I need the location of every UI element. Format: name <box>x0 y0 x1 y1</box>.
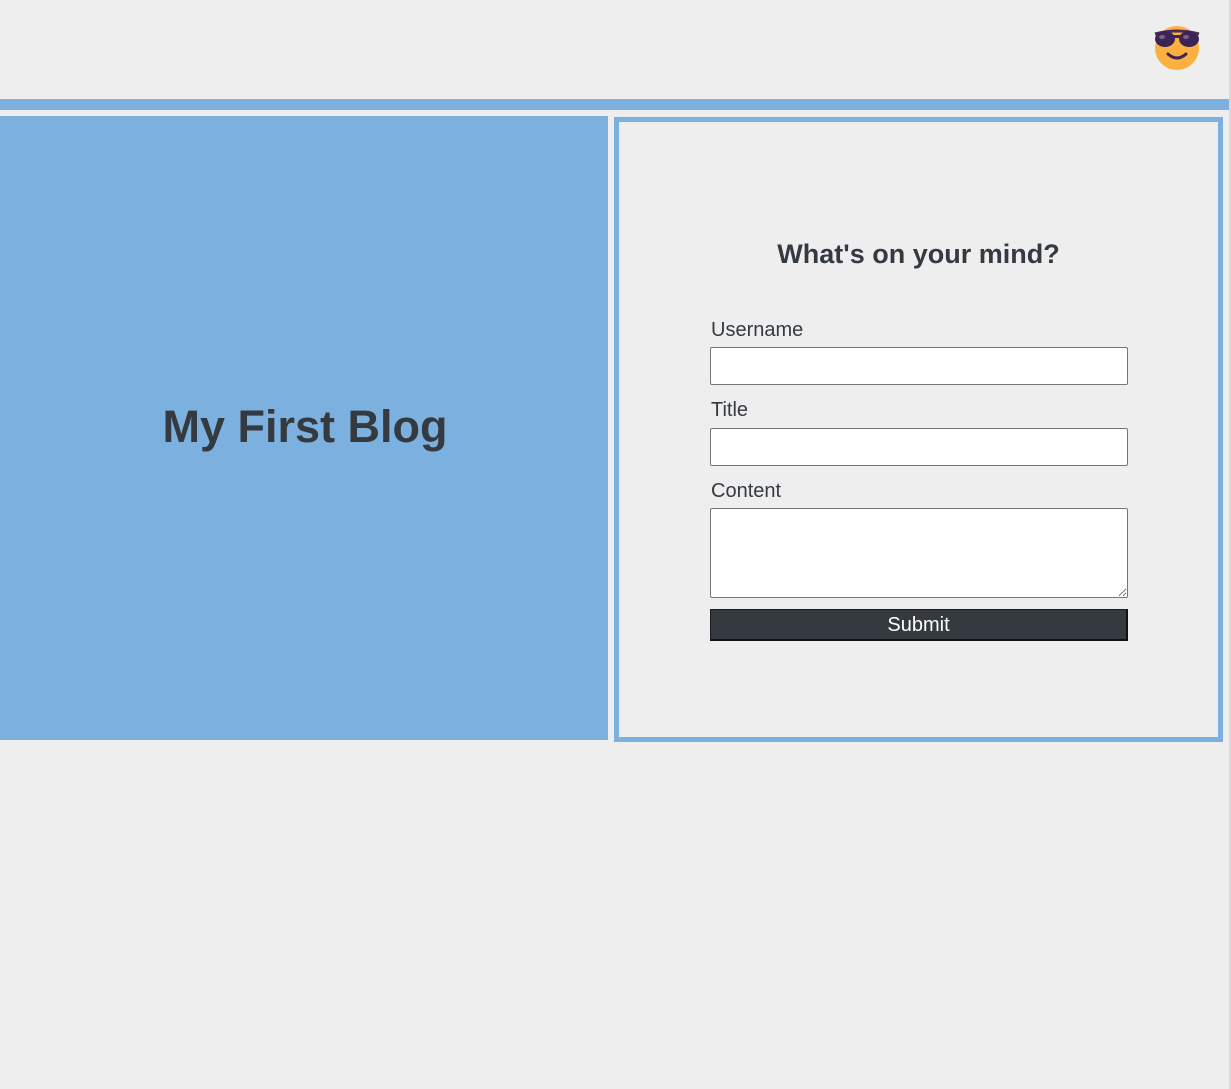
post-form-panel: What's on your mind? Username Title Cont… <box>614 117 1223 742</box>
header-divider <box>0 99 1230 110</box>
username-label: Username <box>711 319 804 341</box>
content-textarea[interactable] <box>710 508 1128 598</box>
blog-title: My First Blog <box>162 401 448 452</box>
username-input[interactable] <box>710 347 1128 385</box>
title-label: Title <box>711 399 749 421</box>
hero-banner: My First Blog <box>0 116 608 740</box>
form-heading: What's on your mind? <box>777 239 1060 269</box>
sunglasses-face-icon[interactable] <box>1150 22 1204 74</box>
submit-button[interactable]: Submit <box>710 609 1128 641</box>
content-label: Content <box>711 480 782 502</box>
page-header <box>0 0 1231 99</box>
title-input[interactable] <box>710 428 1128 466</box>
